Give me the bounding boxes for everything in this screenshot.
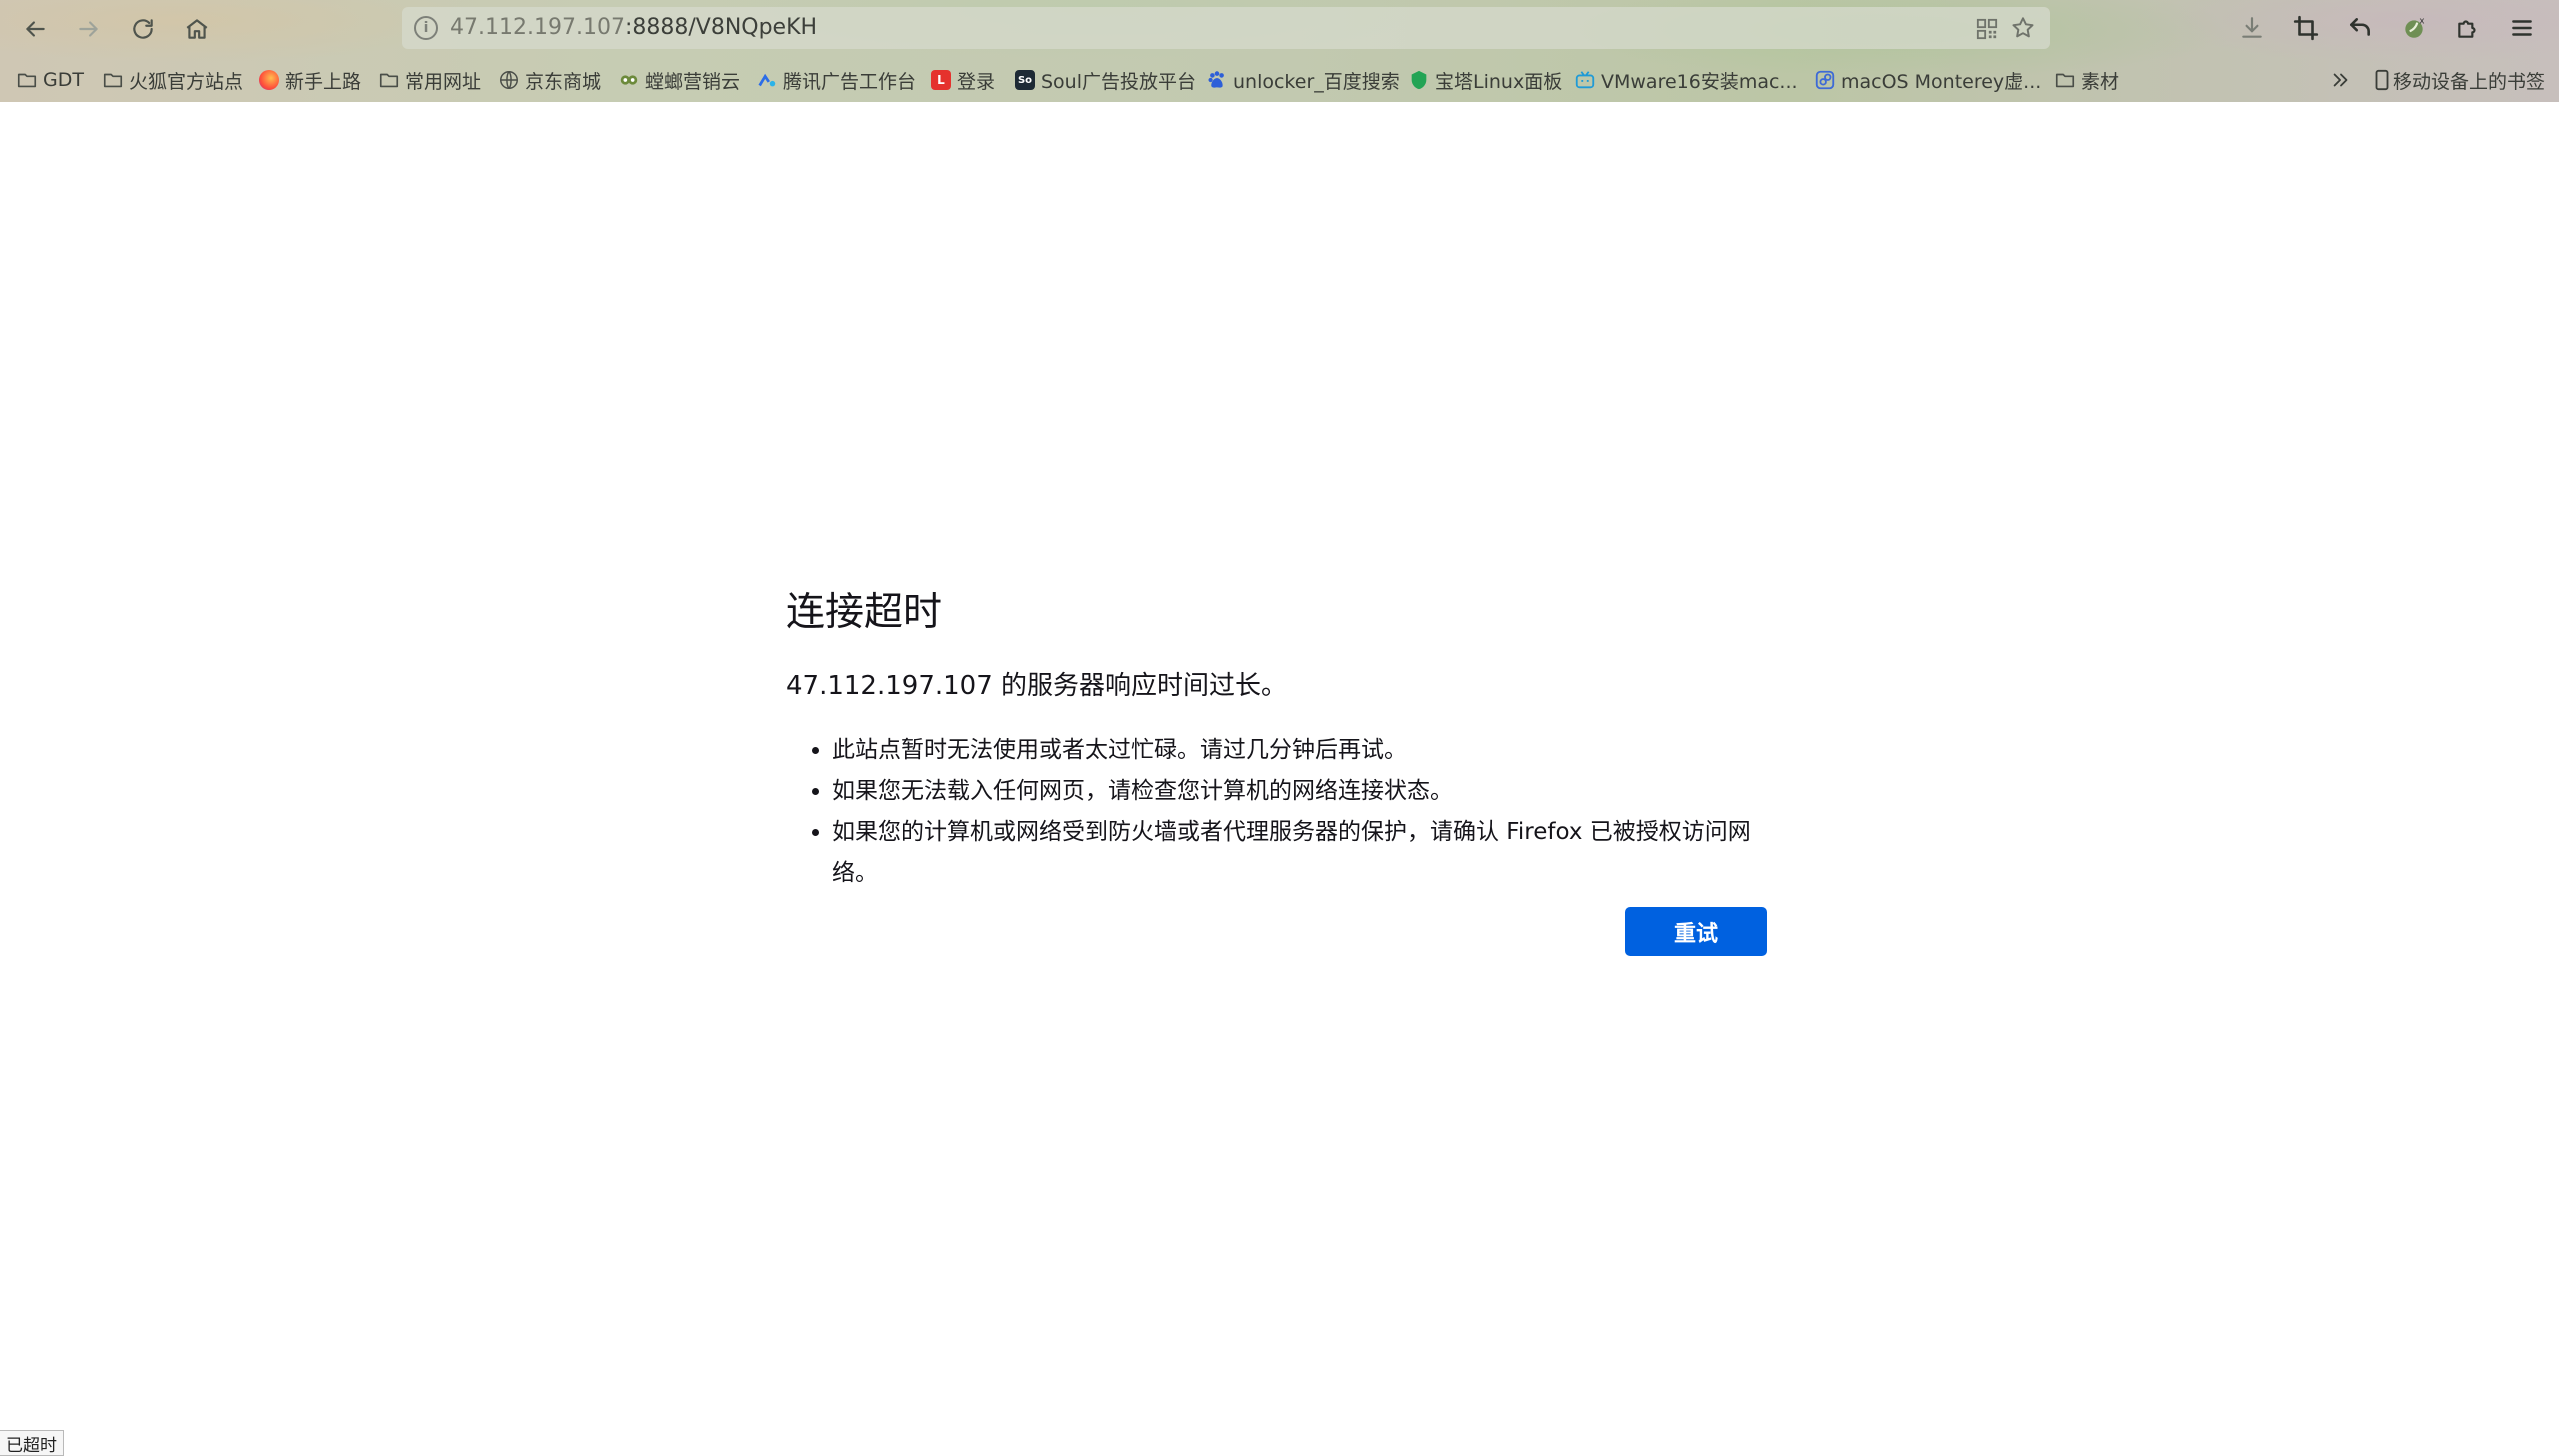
url-host: 47.112.197.107 bbox=[450, 15, 625, 40]
bookmark-item[interactable]: macOS Monterey虚... bbox=[1814, 65, 2041, 95]
error-suggestion-item: 如果您的计算机或网络受到防火墙或者代理服务器的保护，请确认 Firefox 已被… bbox=[832, 812, 1766, 894]
bookmark-item[interactable]: 常用网址 bbox=[378, 65, 481, 95]
svg-text:x: x bbox=[2419, 17, 2424, 27]
bookmark-label: 腾讯广告工作台 bbox=[783, 70, 917, 93]
url-path: :8888/V8NQpeKH bbox=[624, 15, 818, 40]
bookmark-label: 火狐官方站点 bbox=[129, 70, 244, 93]
bookmark-item[interactable]: 宝塔Linux面板 bbox=[1408, 65, 1562, 95]
folder-icon bbox=[2054, 69, 2076, 91]
hamburger-menu-icon bbox=[2512, 20, 2532, 36]
extension-button[interactable]: x bbox=[2398, 12, 2430, 44]
download-icon bbox=[2242, 17, 2262, 38]
mobile-bookmarks-folder[interactable]: 移动设备上的书签 bbox=[2374, 65, 2545, 95]
bookmark-label: 素材 bbox=[2081, 70, 2120, 93]
bookmark-star-icon[interactable] bbox=[2010, 15, 2036, 41]
home-icon bbox=[186, 19, 208, 39]
bookmark-item[interactable]: 新手上路 bbox=[258, 65, 361, 95]
bookmark-item[interactable]: 火狐官方站点 bbox=[102, 65, 243, 95]
double-chevron-right-icon bbox=[2330, 69, 2352, 91]
home-button[interactable] bbox=[178, 10, 216, 48]
bookmark-label: macOS Monterey虚... bbox=[1841, 70, 2042, 93]
crop-icon bbox=[2293, 15, 2319, 41]
folder-icon bbox=[16, 69, 38, 91]
undo-icon bbox=[2350, 18, 2370, 36]
qr-code-icon[interactable] bbox=[1976, 18, 1998, 40]
error-title: 连接超时 bbox=[786, 590, 943, 635]
soul-icon: So bbox=[1014, 69, 1036, 91]
site-info-icon[interactable]: i bbox=[414, 16, 438, 40]
screenshot-button[interactable] bbox=[2290, 12, 2322, 44]
undo-close-button[interactable] bbox=[2344, 12, 2376, 44]
bookmark-item[interactable]: 京东商城 bbox=[498, 65, 601, 95]
menu-button[interactable] bbox=[2506, 12, 2538, 44]
retry-button[interactable]: 重试 bbox=[1625, 907, 1767, 956]
bookmark-label: 登录 bbox=[957, 70, 996, 93]
mobile-phone-icon bbox=[2374, 69, 2390, 91]
bookmark-item[interactable]: L 登录 bbox=[930, 65, 995, 95]
error-container: 连接超时 47.112.197.107 的服务器响应时间过长。 此站点暂时无法使… bbox=[786, 590, 1766, 894]
more-bookmarks-button[interactable] bbox=[2330, 65, 2357, 95]
bookmark-item[interactable]: So Soul广告投放平台 bbox=[1014, 65, 1196, 95]
puzzle-icon bbox=[2458, 20, 2476, 38]
bookmark-label: 新手上路 bbox=[285, 70, 362, 93]
bookmark-item[interactable]: 素材 bbox=[2054, 65, 2119, 95]
error-suggestion-list: 此站点暂时无法使用或者太过忙碌。请过几分钟后再试。 如果您无法载入任何网页，请检… bbox=[786, 730, 1766, 894]
bookmark-item[interactable]: 腾讯广告工作台 bbox=[756, 65, 916, 95]
status-bar: 已超时 bbox=[0, 1430, 64, 1456]
error-suggestion-item: 此站点暂时无法使用或者太过忙碌。请过几分钟后再试。 bbox=[832, 730, 1766, 771]
url-bar[interactable]: i 47.112.197.107:8888/V8NQpeKH bbox=[402, 7, 2050, 49]
arrow-left-icon bbox=[26, 21, 45, 37]
bookmark-label: Soul广告投放平台 bbox=[1041, 70, 1197, 93]
bilibili-icon bbox=[1574, 69, 1596, 91]
url-text[interactable]: 47.112.197.107:8888/V8NQpeKH bbox=[450, 15, 817, 40]
bookmark-item[interactable]: unlocker_百度搜索 bbox=[1206, 65, 1400, 95]
error-description: 47.112.197.107 的服务器响应时间过长。 bbox=[786, 670, 1288, 701]
bookmark-label: 常用网址 bbox=[405, 70, 482, 93]
downloads-button[interactable] bbox=[2236, 12, 2268, 44]
blog-icon bbox=[1814, 69, 1836, 91]
l-icon: L bbox=[930, 69, 952, 91]
bookmark-item[interactable]: VMware16安装mac... bbox=[1574, 65, 1798, 95]
bookmark-label: 移动设备上的书签 bbox=[2393, 70, 2546, 93]
tencent-ads-icon bbox=[756, 69, 778, 91]
baidu-icon bbox=[1206, 69, 1228, 91]
globe-icon bbox=[498, 69, 520, 91]
reload-button[interactable] bbox=[124, 10, 162, 48]
bookmarks-toolbar: GDT 火狐官方站点 新手上路 常用网址 京东商城 螳螂营销云 腾讯广告工作台 … bbox=[0, 62, 2559, 98]
bookmark-label: 京东商城 bbox=[525, 70, 602, 93]
bookmark-label: VMware16安装mac... bbox=[1601, 70, 1798, 93]
folder-icon bbox=[102, 69, 124, 91]
back-button[interactable] bbox=[16, 10, 54, 48]
folder-icon bbox=[378, 69, 400, 91]
bookmark-label: 宝塔Linux面板 bbox=[1435, 70, 1563, 93]
forward-button[interactable] bbox=[70, 10, 108, 48]
bookmark-item[interactable]: 螳螂营销云 bbox=[618, 65, 740, 95]
reload-icon bbox=[133, 19, 153, 39]
extensions-button[interactable] bbox=[2452, 12, 2484, 44]
bookmark-label: unlocker_百度搜索 bbox=[1233, 70, 1400, 93]
extension-leaf-icon: x bbox=[2405, 17, 2425, 38]
bookmark-label: GDT bbox=[43, 69, 84, 91]
firefox-icon bbox=[258, 69, 280, 91]
arrow-right-icon bbox=[79, 21, 98, 37]
error-suggestion-item: 如果您无法载入任何网页，请检查您计算机的网络连接状态。 bbox=[832, 771, 1766, 812]
bookmark-item[interactable]: GDT bbox=[16, 65, 84, 95]
bookmark-label: 螳螂营销云 bbox=[645, 70, 741, 93]
bt-icon bbox=[1408, 69, 1430, 91]
browser-chrome: i 47.112.197.107:8888/V8NQpeKH x GDT 火狐官… bbox=[0, 0, 2559, 102]
mantis-icon bbox=[618, 69, 640, 91]
